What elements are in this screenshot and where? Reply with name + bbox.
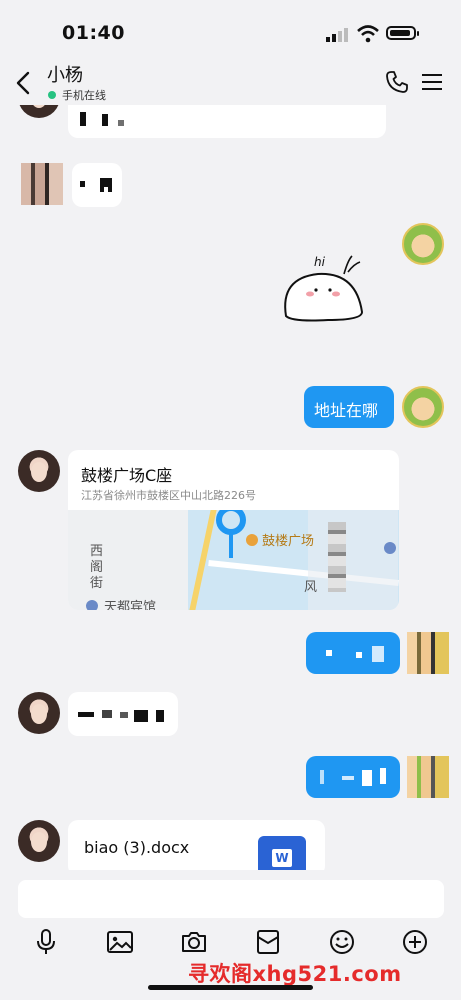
online-dot-icon — [48, 91, 56, 99]
status-time: 01:40 — [62, 22, 125, 44]
watermark-text: 寻欢阁xhg521.com — [188, 962, 402, 986]
red-packet-icon[interactable] — [254, 928, 282, 956]
phone-call-icon[interactable] — [385, 70, 409, 94]
image-icon[interactable] — [106, 928, 134, 956]
file-message-card[interactable]: biao (3).docx W — [68, 820, 325, 876]
message-input[interactable] — [18, 880, 444, 918]
contact-avatar[interactable] — [18, 820, 60, 862]
map-poi-label: 鼓楼广场 — [246, 530, 314, 549]
status-bar: 01:40 — [0, 0, 461, 60]
my-avatar-pixelated[interactable] — [407, 756, 449, 798]
received-message-bubble[interactable] — [72, 163, 122, 207]
plus-icon[interactable] — [401, 928, 429, 956]
location-name: 鼓楼广场C座 — [81, 466, 173, 485]
sent-message-bubble[interactable]: 地址在哪 — [304, 386, 394, 428]
my-avatar-pixelated[interactable] — [407, 632, 449, 674]
location-pin-icon — [216, 510, 246, 558]
battery-icon — [386, 26, 419, 40]
sent-message-bubble[interactable] — [306, 756, 400, 798]
contact-avatar[interactable] — [18, 450, 60, 492]
emoji-icon[interactable] — [328, 928, 356, 956]
cellular-signal-icon — [326, 28, 348, 42]
online-status: 手机在线 — [48, 87, 106, 103]
map-feng-label: 风 — [304, 580, 318, 595]
hi-sticker[interactable]: hi — [278, 250, 370, 326]
map-street-label: 西阁街 — [90, 544, 104, 591]
contact-avatar-pixelated[interactable] — [21, 163, 63, 205]
file-name: biao (3).docx — [84, 838, 190, 857]
wifi-icon — [357, 25, 379, 43]
svg-text:hi: hi — [314, 255, 326, 269]
sent-message-bubble[interactable] — [306, 632, 400, 674]
sent-message-text: 地址在哪 — [314, 401, 379, 420]
online-status-text: 手机在线 — [62, 89, 106, 102]
chat-header: 小杨 手机在线 — [0, 60, 461, 105]
location-address: 江苏省徐州市鼓楼区中山北路226号 — [81, 489, 256, 502]
camera-icon[interactable] — [180, 928, 208, 956]
microphone-icon[interactable] — [32, 928, 60, 956]
map-preview[interactable]: 鼓楼广场 西阁街 天都宾馆 风 — [68, 510, 399, 610]
my-avatar[interactable] — [402, 386, 444, 428]
menu-icon[interactable] — [421, 72, 443, 92]
back-arrow-icon[interactable] — [14, 71, 34, 95]
map-hotel-label: 天都宾馆 — [86, 596, 156, 610]
location-card[interactable]: 鼓楼广场C座 江苏省徐州市鼓楼区中山北路226号 鼓楼广场 西阁街 天都宾馆 风 — [68, 450, 399, 610]
contact-name[interactable]: 小杨 — [47, 61, 83, 87]
my-avatar[interactable] — [402, 223, 444, 265]
received-message-bubble[interactable] — [68, 692, 178, 736]
contact-avatar[interactable] — [18, 692, 60, 734]
home-indicator[interactable] — [148, 985, 313, 990]
